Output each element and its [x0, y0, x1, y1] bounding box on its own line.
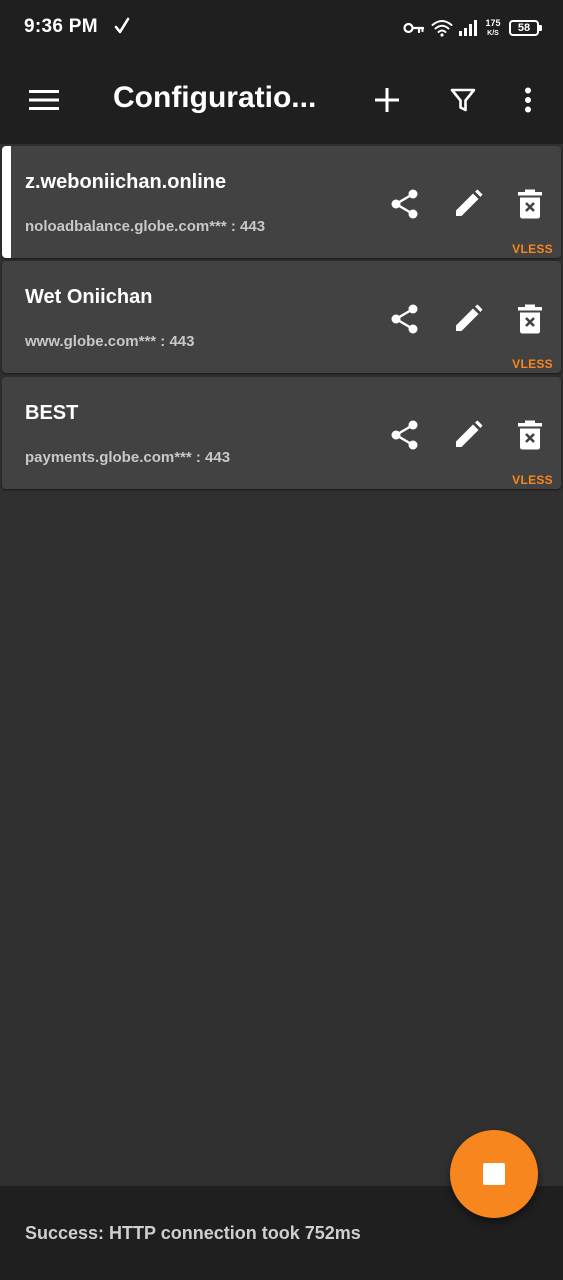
config-name: Wet Oniichan	[25, 286, 153, 308]
config-item[interactable]: BEST payments.globe.com*** : 443 VLESS	[2, 377, 561, 489]
network-speed: 175 K/S	[483, 17, 503, 38]
config-address: noloadbalance.globe.com*** : 443	[25, 218, 266, 235]
page-title: Configuratio...	[113, 81, 317, 114]
delete-icon[interactable]	[510, 299, 550, 339]
share-icon[interactable]	[385, 299, 425, 339]
config-type-badge: VLESS	[512, 242, 553, 256]
stop-icon	[483, 1163, 505, 1185]
config-address: www.globe.com*** : 443	[25, 333, 195, 350]
add-icon[interactable]	[367, 80, 407, 120]
config-name: BEST	[25, 402, 79, 424]
config-type-badge: VLESS	[512, 357, 553, 371]
edit-icon[interactable]	[448, 415, 488, 455]
config-address: payments.globe.com*** : 443	[25, 449, 231, 466]
config-type-badge: VLESS	[512, 473, 553, 487]
vpn-key-icon	[403, 21, 425, 35]
edit-icon[interactable]	[448, 184, 488, 224]
network-speed-unit: K/S	[487, 29, 499, 37]
stop-button[interactable]	[450, 1130, 538, 1218]
share-icon[interactable]	[385, 184, 425, 224]
wifi-icon	[431, 19, 453, 37]
status-bar: 9:36 PM 175 K/S 58	[0, 0, 563, 56]
app-screen: 9:36 PM 175 K/S 58 Configuratio... z.web…	[0, 0, 563, 1280]
config-item[interactable]: Wet Oniichan www.globe.com*** : 443 VLES…	[2, 261, 561, 373]
share-icon[interactable]	[385, 415, 425, 455]
delete-icon[interactable]	[510, 415, 550, 455]
battery-level: 58	[517, 22, 531, 34]
config-item[interactable]: z.weboniichan.online noloadbalance.globe…	[2, 146, 561, 258]
filter-icon[interactable]	[443, 80, 483, 120]
edit-icon[interactable]	[448, 299, 488, 339]
menu-icon[interactable]	[24, 80, 64, 120]
battery-indicator: 58	[509, 20, 542, 36]
delete-icon[interactable]	[510, 184, 550, 224]
status-icons: 175 K/S 58	[403, 14, 542, 42]
connection-status-text: Success: HTTP connection took 752ms	[25, 1223, 361, 1243]
app-toolbar: Configuratio...	[0, 56, 563, 144]
check-icon	[114, 16, 130, 36]
status-time: 9:36 PM	[24, 16, 98, 37]
more-vert-icon[interactable]	[508, 80, 548, 120]
config-name: z.weboniichan.online	[25, 171, 227, 193]
signal-icon	[459, 20, 477, 36]
network-speed-value: 175	[485, 17, 501, 28]
